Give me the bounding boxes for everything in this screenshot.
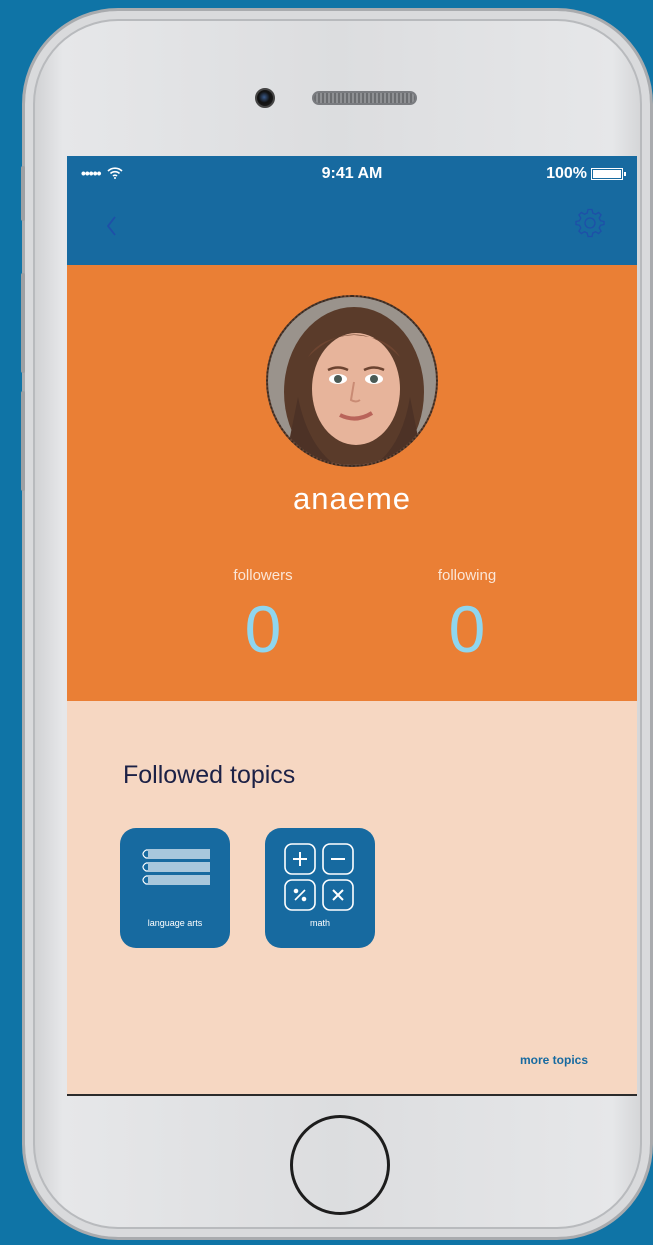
battery-area: 100%: [546, 165, 626, 183]
battery-percent: 100%: [546, 165, 587, 182]
followers-label: followers: [233, 567, 293, 584]
chevron-left-icon: [106, 216, 116, 236]
screen-divider: [67, 1094, 637, 1096]
back-button[interactable]: [97, 208, 127, 244]
earpiece-speaker: [312, 91, 417, 105]
gear-icon: [575, 208, 605, 238]
books-icon: [142, 849, 210, 885]
settings-button[interactable]: [575, 208, 605, 238]
mute-switch: [21, 166, 25, 221]
username: anaeme: [292, 481, 412, 516]
followers-stat[interactable]: followers 0: [163, 567, 363, 662]
nav-bar: [67, 192, 637, 265]
topic-label: language arts: [147, 918, 203, 928]
more-topics-link[interactable]: more topics: [520, 1053, 588, 1067]
app-screen: ••••• 9:41 AM 100% anaeme followers 0 fo…: [67, 156, 637, 1094]
battery-icon: [591, 168, 626, 180]
volume-up-button: [21, 273, 25, 373]
following-count: 0: [448, 592, 486, 666]
topic-label: math: [309, 918, 330, 928]
topic-tile-math[interactable]: math: [265, 828, 375, 948]
home-button[interactable]: [290, 1115, 390, 1215]
followed-topics-heading: Followed topics: [123, 761, 296, 789]
following-stat[interactable]: following 0: [367, 567, 567, 662]
front-camera: [255, 88, 275, 108]
profile-header: anaeme followers 0 following 0: [67, 265, 637, 701]
avatar: [266, 295, 438, 467]
followed-topics-section: Followed topics language arts math more …: [67, 701, 637, 1094]
following-label: following: [437, 567, 497, 584]
status-bar: ••••• 9:41 AM 100%: [67, 156, 637, 192]
profile-photo: [268, 297, 436, 465]
topic-tile-language-arts[interactable]: language arts: [120, 828, 230, 948]
calculator-icon: [284, 843, 354, 911]
volume-down-button: [21, 391, 25, 491]
followers-count: 0: [244, 592, 282, 666]
